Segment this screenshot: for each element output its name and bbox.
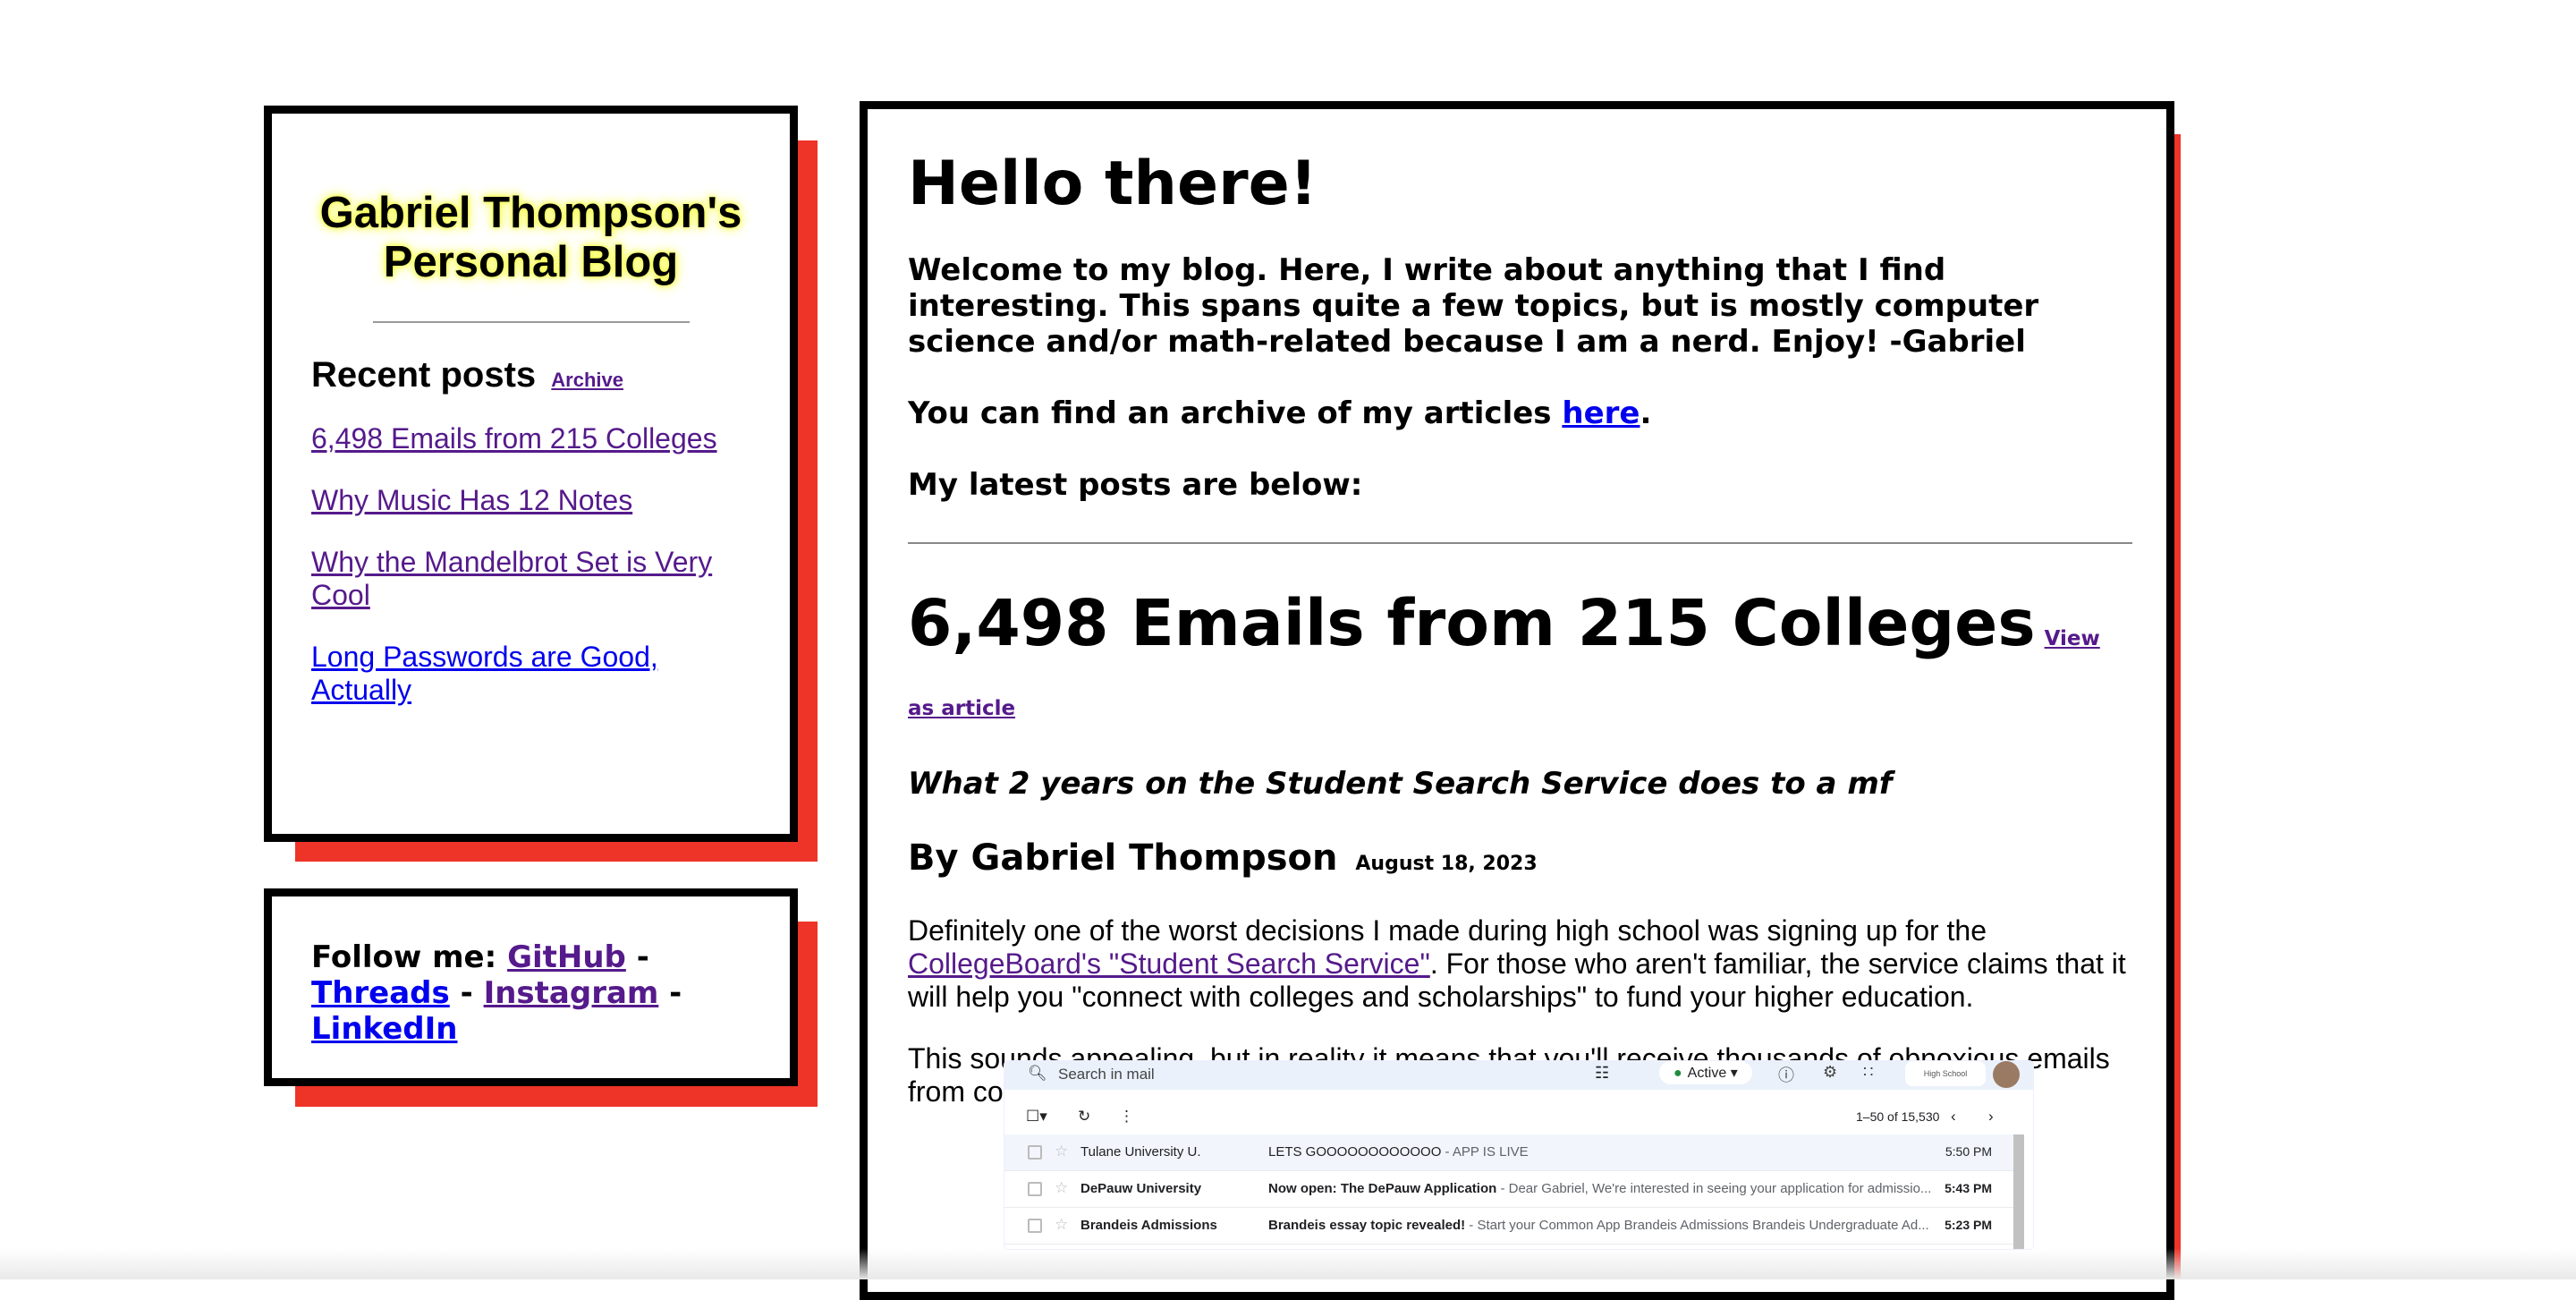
chevron-left-icon: ‹	[1951, 1108, 1956, 1125]
status-pill: ● Active ▾	[1659, 1061, 1752, 1084]
separator: -	[636, 939, 649, 975]
sidebar-card: Gabriel Thompson's Personal Blog Recent …	[264, 106, 798, 842]
email-snippet: - Dear Gabriel, We're interested in seei…	[1496, 1181, 1930, 1196]
recent-post-link[interactable]: Long Passwords are Good, Actually	[311, 641, 750, 707]
email-sender: DePauw University	[1080, 1181, 1202, 1196]
email-subject-text: LETS GOOOOOOOOOOOO	[1268, 1144, 1442, 1160]
chevron-right-icon: ›	[1988, 1108, 1994, 1125]
sidebar-divider	[372, 321, 690, 323]
recent-posts-heading: Recent posts Archive	[311, 355, 750, 395]
student-search-link[interactable]: CollegeBoard's "Student Search Service"	[908, 947, 1430, 980]
archive-suffix: .	[1640, 395, 1652, 431]
checkbox-icon	[1028, 1219, 1042, 1233]
email-subject: LETS GOOOOOOOOOOOO - APP IS LIVE	[1268, 1144, 1930, 1160]
archive-here-link[interactable]: here	[1562, 395, 1640, 431]
instagram-link[interactable]: Instagram	[484, 975, 659, 1011]
search-placeholder: Search in mail	[1058, 1066, 1155, 1083]
email-row: ☆ Brandeis Admissions Brandeis essay top…	[1004, 1208, 2024, 1245]
post-date: August 18, 2023	[1355, 853, 1538, 876]
checkbox-icon	[1028, 1145, 1042, 1160]
refresh-icon: ↻	[1078, 1108, 1091, 1125]
email-snippet: - Start your Common App Brandeis Admissi…	[1465, 1218, 1929, 1233]
separator: -	[460, 975, 473, 1011]
gmail-screenshot-image: 🔍︎ Search in mail ☷ ● Active ▾ ⓘ ⚙ ∷ High…	[1004, 1061, 2033, 1249]
post-title: 6,498 Emails from 215 Colleges View as ar…	[908, 586, 2132, 728]
email-subject-text: Brandeis essay topic revealed!	[1268, 1218, 1466, 1233]
help-icon: ⓘ	[1778, 1066, 1794, 1084]
more-icon: ⋮	[1119, 1108, 1134, 1125]
recent-posts-label: Recent posts	[311, 355, 537, 395]
select-checkbox-icon: ☐▾	[1026, 1108, 1047, 1125]
checkbox-icon	[1028, 1182, 1042, 1196]
post-paragraph: Definitely one of the worst decisions I …	[908, 914, 2132, 1014]
archive-sentence: You can find an archive of my articles h…	[908, 395, 2132, 431]
recent-post-link[interactable]: 6,498 Emails from 215 Colleges	[311, 422, 750, 455]
email-sender: Brandeis Admissions	[1080, 1218, 1217, 1233]
gear-icon: ⚙	[1823, 1063, 1838, 1081]
email-snippet: - APP IS LIVE	[1441, 1144, 1529, 1160]
email-row: ☆ DePauw University Now open: The DePauw…	[1004, 1171, 2024, 1208]
search-icon: 🔍︎	[1028, 1065, 1047, 1082]
paragraph-text: Definitely one of the worst decisions I …	[908, 914, 1987, 947]
github-link[interactable]: GitHub	[507, 939, 626, 975]
email-subject-text: Now open: The DePauw Application	[1268, 1181, 1497, 1196]
bottom-fade	[0, 1248, 2576, 1279]
post-byline: By Gabriel Thompson August 18, 2023	[908, 837, 2132, 879]
greeting-heading: Hello there!	[908, 149, 1318, 219]
latest-posts-label: My latest posts are below:	[908, 467, 1363, 503]
archive-link[interactable]: Archive	[551, 369, 623, 391]
linkedin-link[interactable]: LinkedIn	[311, 1011, 457, 1047]
follow-card: Follow me: GitHub - Threads - Instagram …	[264, 888, 798, 1086]
apps-grid-icon: ∷	[1863, 1063, 1874, 1081]
post-subtitle: What 2 years on the Student Search Servi…	[908, 766, 1893, 803]
scrollbar	[2013, 1134, 2024, 1249]
email-row: ☆ Tulane University U. LETS GOOOOOOOOOOO…	[1004, 1134, 2024, 1171]
separator: -	[669, 975, 682, 1011]
follow-label: Follow me:	[311, 939, 497, 975]
filter-icon: ☷	[1595, 1064, 1610, 1082]
gmail-toolbar: ☐▾ ↻ ⋮ 1–50 of 15,530 ‹ ›	[1004, 1099, 2033, 1134]
post-author: By Gabriel Thompson	[908, 837, 1338, 879]
email-time: 5:23 PM	[1945, 1218, 1992, 1232]
intro-text: Welcome to my blog. Here, I write about …	[908, 252, 2039, 360]
email-sender: Tulane University U.	[1080, 1144, 1201, 1160]
avatar	[1993, 1061, 2020, 1088]
email-time: 5:50 PM	[1945, 1144, 1992, 1159]
recent-post-link[interactable]: Why the Mandelbrot Set is Very Cool	[311, 546, 750, 612]
pagination-text: 1–50 of 15,530	[1856, 1109, 1940, 1124]
email-time: 5:43 PM	[1945, 1181, 1992, 1195]
blog-title: Gabriel Thompson's Personal Blog	[319, 189, 742, 286]
star-icon: ☆	[1055, 1216, 1069, 1233]
gmail-search-bar: 🔍︎ Search in mail ☷ ● Active ▾ ⓘ ⚙ ∷ High…	[1004, 1061, 2033, 1090]
status-text: Active	[1687, 1066, 1727, 1081]
star-icon: ☆	[1055, 1143, 1069, 1160]
status-dot-icon: ●	[1674, 1066, 1682, 1081]
threads-link[interactable]: Threads	[311, 975, 450, 1011]
main-divider	[908, 542, 2132, 544]
post-title-text: 6,498 Emails from 215 Colleges	[908, 586, 2036, 660]
email-subject: Brandeis essay topic revealed! - Start y…	[1268, 1218, 1930, 1233]
email-subject: Now open: The DePauw Application - Dear …	[1268, 1181, 1930, 1196]
school-logo: High School	[1905, 1061, 1986, 1086]
star-icon: ☆	[1055, 1179, 1069, 1196]
recent-post-link[interactable]: Why Music Has 12 Notes	[311, 484, 750, 517]
follow-links: Follow me: GitHub - Threads - Instagram …	[311, 939, 750, 1047]
archive-prefix: You can find an archive of my articles	[908, 395, 1563, 431]
